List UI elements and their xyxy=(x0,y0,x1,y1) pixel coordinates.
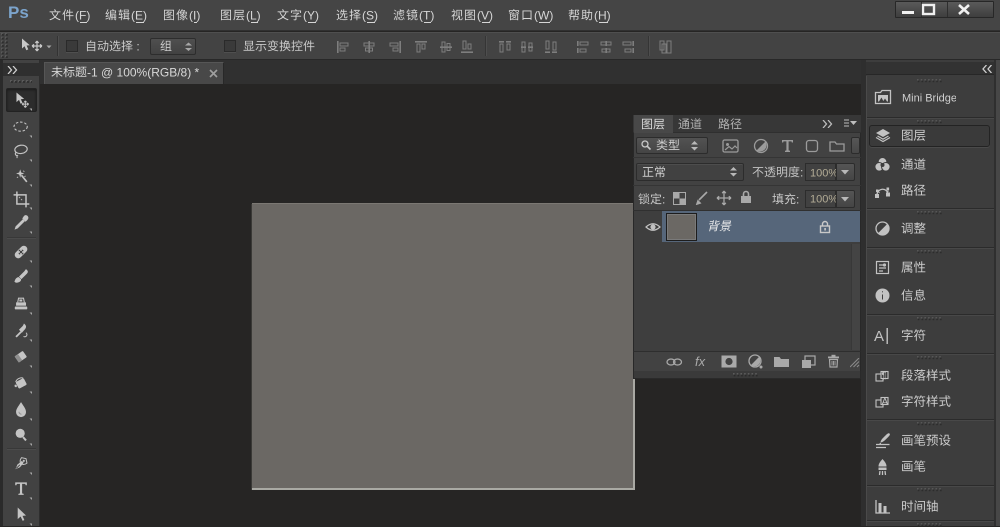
svg-text:100%: 100% xyxy=(810,167,838,179)
svg-text:Mini Bridge: Mini Bridge xyxy=(902,92,956,104)
svg-text:(F): (F) xyxy=(75,9,90,22)
svg-text::: : xyxy=(133,40,140,53)
svg-text:A: A xyxy=(882,397,889,408)
svg-text:(I): (I) xyxy=(189,9,200,22)
svg-text:(S): (S) xyxy=(362,9,378,22)
svg-text::: : xyxy=(662,193,665,206)
svg-text:¶: ¶ xyxy=(882,371,887,381)
svg-text:(Y): (Y) xyxy=(303,9,319,22)
svg-text:100%: 100% xyxy=(810,193,838,205)
svg-text:A: A xyxy=(874,328,884,345)
svg-text:(T): (T) xyxy=(419,9,434,22)
svg-text::: : xyxy=(800,166,803,179)
svg-text:-1 @ 100%(RGB/8) *: -1 @ 100%(RGB/8) * xyxy=(87,66,200,79)
svg-text:(H): (H) xyxy=(594,9,611,22)
svg-text:fx: fx xyxy=(695,355,706,368)
svg-text:(E): (E) xyxy=(131,9,147,22)
svg-text:(L): (L) xyxy=(246,9,261,22)
svg-text:(V): (V) xyxy=(477,9,493,22)
svg-text:(W): (W) xyxy=(534,9,553,22)
svg-text::: : xyxy=(796,193,799,206)
